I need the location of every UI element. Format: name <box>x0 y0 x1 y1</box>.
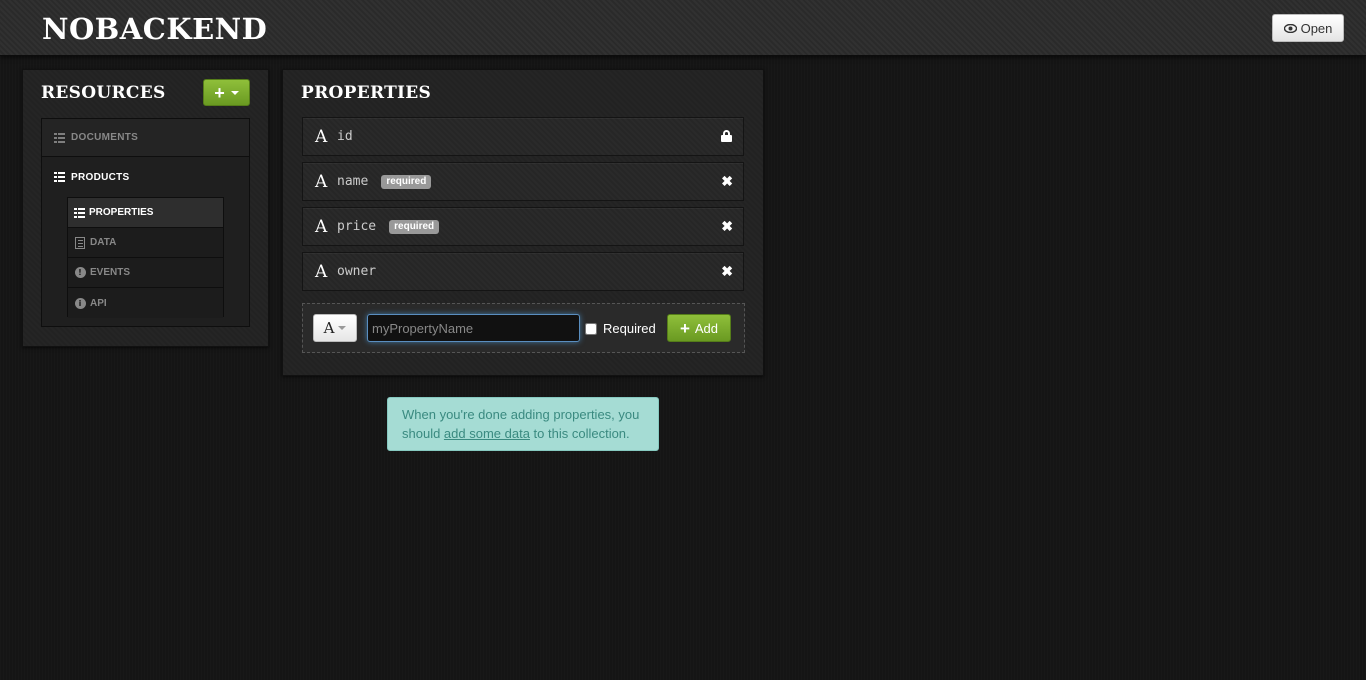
property-row[interactable]: A name required ✖ <box>302 162 744 201</box>
plus-icon: + <box>679 318 690 338</box>
property-row: A id <box>302 117 744 156</box>
property-name: owner <box>337 264 377 279</box>
property-row[interactable]: A owner ✖ <box>302 252 744 291</box>
subnav-item-label: PROPERTIES <box>89 207 154 218</box>
property-name: price <box>337 219 377 234</box>
required-label[interactable]: Required <box>603 321 656 336</box>
resource-item-products[interactable]: PRODUCTS <box>42 158 249 196</box>
required-badge: required <box>389 219 440 234</box>
list-icon <box>54 172 65 182</box>
subnav-item-data[interactable]: DATA <box>68 228 223 258</box>
open-button-label: Open <box>1300 20 1333 36</box>
resources-panel: RESOURCES + DOCUMENTS PRODUCTS PROPERTIE… <box>22 69 269 347</box>
chevron-down-icon <box>338 326 347 330</box>
subnav-item-properties[interactable]: PROPERTIES <box>68 198 223 228</box>
subnav-item-label: API <box>90 297 107 309</box>
exclamation-icon: ! <box>74 267 86 278</box>
list-icon <box>54 132 65 143</box>
string-type-icon: A <box>315 126 328 147</box>
lock-icon <box>721 130 732 142</box>
top-bar: NOBACKEND Open <box>0 0 1366 56</box>
eye-icon <box>1283 23 1297 33</box>
property-type-dropdown[interactable]: A <box>313 314 357 342</box>
plus-icon: + <box>214 82 225 103</box>
resource-item-documents[interactable]: DOCUMENTS <box>42 119 249 157</box>
resource-item-label: DOCUMENTS <box>71 132 139 143</box>
required-checkbox[interactable] <box>585 323 597 335</box>
list-icon <box>74 207 85 218</box>
subnav-item-events[interactable]: ! EVENTS <box>68 258 223 288</box>
properties-panel: PROPERTIES A id A name required ✖ A pric… <box>282 69 764 376</box>
document-icon <box>75 236 85 249</box>
info-icon: i <box>74 297 86 309</box>
resource-sub-nav: PROPERTIES DATA ! EVENTS i API <box>67 197 224 318</box>
string-type-icon: A <box>315 171 328 192</box>
remove-icon[interactable]: ✖ <box>721 264 733 278</box>
property-name-input[interactable] <box>367 314 580 342</box>
subnav-item-label: DATA <box>90 237 117 248</box>
remove-icon[interactable]: ✖ <box>721 219 733 233</box>
remove-icon[interactable]: ✖ <box>721 174 733 188</box>
string-type-icon: A <box>315 261 328 282</box>
subnav-item-api[interactable]: i API <box>68 288 223 318</box>
required-badge: required <box>381 174 432 189</box>
string-type-icon: A <box>315 216 328 237</box>
resources-title: RESOURCES <box>41 83 166 103</box>
properties-title: PROPERTIES <box>301 83 432 103</box>
info-alert: When you're done adding properties, you … <box>387 397 659 451</box>
open-button[interactable]: Open <box>1272 14 1344 42</box>
property-row[interactable]: A price required ✖ <box>302 207 744 246</box>
add-button-label: Add <box>694 320 719 336</box>
chevron-down-icon <box>230 90 239 95</box>
add-resource-button[interactable]: + <box>203 79 250 106</box>
resource-item-label: PRODUCTS <box>71 171 130 183</box>
property-name: name <box>337 174 369 189</box>
info-text-after: to this collection. <box>529 426 630 441</box>
brand-logo[interactable]: NOBACKEND <box>42 12 267 46</box>
add-property-form: A Required + Add <box>302 303 745 353</box>
type-select-value: A <box>323 319 335 337</box>
property-name: id <box>337 129 353 144</box>
subnav-item-label: EVENTS <box>90 267 131 278</box>
resource-list: DOCUMENTS PRODUCTS PROPERTIES DATA ! EVE… <box>41 118 250 327</box>
add-property-button[interactable]: + Add <box>667 314 731 342</box>
add-data-link[interactable]: add some data <box>444 426 530 441</box>
